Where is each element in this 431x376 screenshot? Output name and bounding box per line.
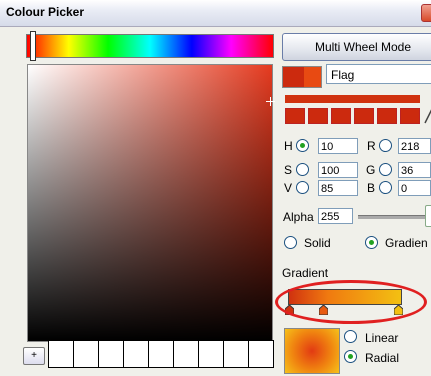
title-bar: Colour Picker — [0, 0, 431, 27]
s-input[interactable]: 100 — [318, 162, 358, 178]
eyedropper-icon[interactable] — [424, 106, 431, 124]
swatch-slot[interactable] — [48, 340, 74, 368]
h-radio[interactable] — [296, 139, 309, 152]
gradient-section-label: Gradient — [282, 266, 329, 280]
g-radio[interactable] — [379, 163, 392, 176]
recent-color-swatch[interactable] — [400, 108, 420, 124]
radial-label: Radial — [365, 351, 400, 365]
r-input[interactable]: 218 — [398, 138, 431, 154]
b-label: B — [367, 181, 376, 195]
r-radio[interactable] — [379, 139, 392, 152]
recent-color-swatch[interactable] — [354, 108, 374, 124]
recent-color-swatch[interactable] — [377, 108, 397, 124]
swatch-slot[interactable] — [148, 340, 174, 368]
crosshair-icon[interactable] — [266, 97, 275, 106]
swatch-slot[interactable] — [73, 340, 99, 368]
swatch-slot[interactable] — [198, 340, 224, 368]
solid-radio[interactable] — [284, 236, 297, 249]
recent-color-swatch[interactable] — [285, 108, 305, 124]
swatch-slot[interactable] — [123, 340, 149, 368]
alpha-input[interactable]: 255 — [318, 208, 353, 224]
linear-label: Linear — [365, 331, 399, 345]
add-swatch-button[interactable]: + — [23, 347, 45, 365]
highlight-circle — [275, 280, 427, 324]
gradient-preview — [284, 328, 340, 374]
hue-cursor[interactable] — [30, 31, 36, 61]
swatch-slot[interactable] — [173, 340, 199, 368]
color-name-input[interactable]: Flag — [326, 64, 431, 84]
close-button[interactable] — [421, 4, 431, 22]
swatch-slot[interactable] — [248, 340, 274, 368]
recent-color-swatch[interactable] — [331, 108, 351, 124]
linear-radio[interactable] — [344, 330, 357, 343]
current-color-swatch — [282, 66, 322, 88]
s-label: S — [284, 163, 293, 177]
radial-radio[interactable] — [344, 350, 357, 363]
window-title: Colour Picker — [6, 5, 85, 19]
alpha-slider[interactable] — [358, 215, 431, 219]
gradient-fill-label: Gradien — [385, 236, 428, 250]
b-radio[interactable] — [379, 181, 392, 194]
solid-label: Solid — [304, 236, 331, 250]
g-label: G — [366, 163, 376, 177]
recent-color-bar[interactable] — [285, 95, 420, 103]
alpha-slider-thumb[interactable] — [425, 205, 431, 227]
swatch-slot[interactable] — [98, 340, 124, 368]
alpha-label: Alpha — [283, 210, 314, 224]
gradient-radio[interactable] — [365, 236, 378, 249]
h-label: H — [284, 139, 293, 153]
s-radio[interactable] — [296, 163, 309, 176]
v-label: V — [284, 181, 293, 195]
multi-wheel-mode-button[interactable]: Multi Wheel Mode — [282, 33, 431, 61]
r-label: R — [367, 139, 376, 153]
recent-color-swatch[interactable] — [308, 108, 328, 124]
hue-slider[interactable] — [26, 34, 274, 58]
saturation-value-field[interactable] — [27, 64, 273, 342]
v-radio[interactable] — [296, 181, 309, 194]
b-input[interactable]: 0 — [398, 180, 431, 196]
v-input[interactable]: 85 — [318, 180, 358, 196]
h-input[interactable]: 10 — [318, 138, 358, 154]
swatch-slot[interactable] — [223, 340, 249, 368]
g-input[interactable]: 36 — [398, 162, 431, 178]
